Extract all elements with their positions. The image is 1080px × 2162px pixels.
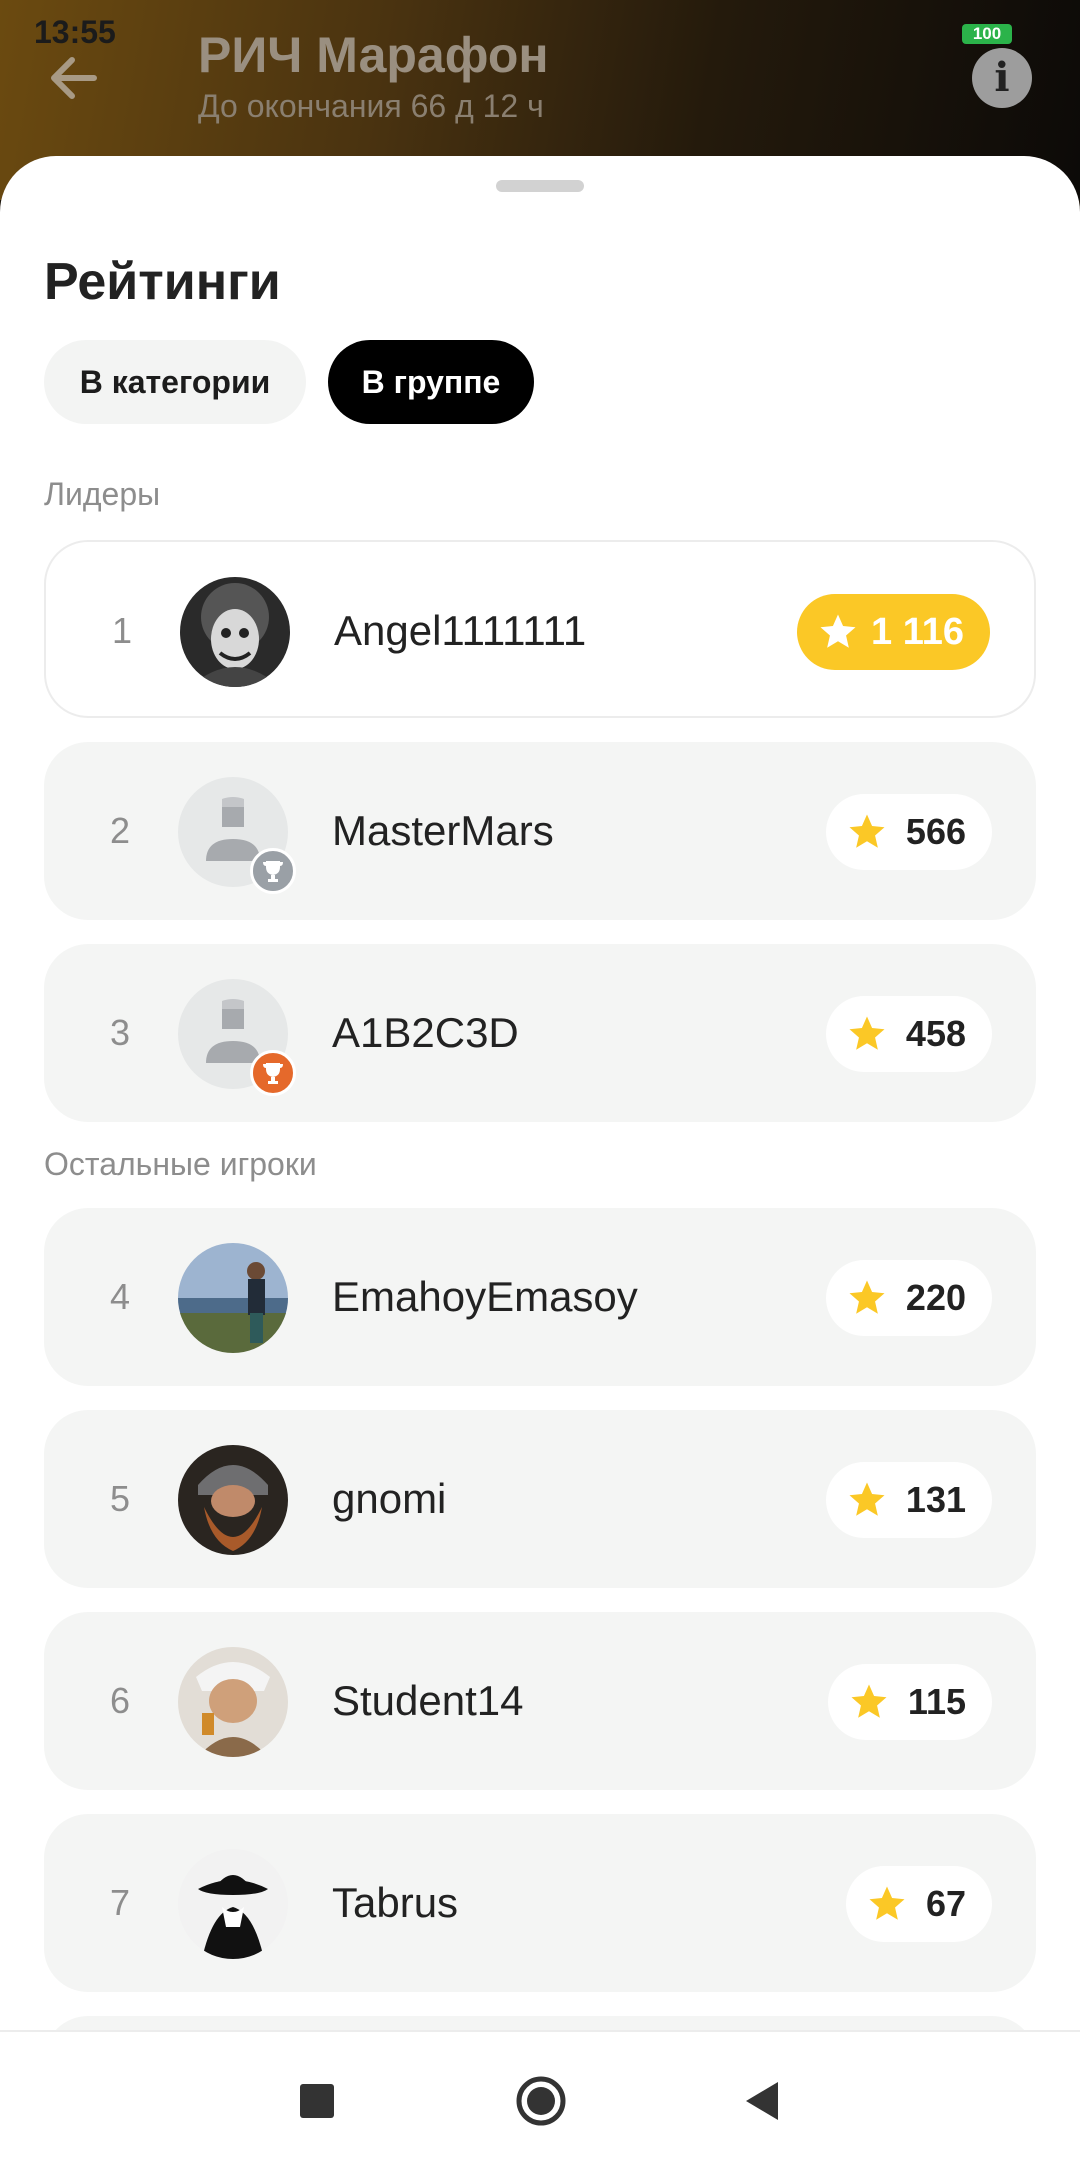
tab-in-group[interactable]: В группе	[328, 340, 534, 424]
score-badge: 1 116	[797, 594, 990, 670]
score-badge: 131	[825, 1462, 992, 1538]
score-value: 220	[905, 1277, 966, 1318]
avatar	[178, 1647, 288, 1757]
star-icon	[849, 1482, 885, 1516]
rank-number: 2	[110, 810, 131, 851]
player-name: Tabrus	[332, 1879, 459, 1926]
recents-button[interactable]	[300, 2084, 334, 2118]
ratings-title: Рейтинги	[44, 253, 281, 311]
score-badge: 115	[827, 1664, 992, 1740]
system-nav-bar	[0, 2030, 1080, 2162]
player-row-4[interactable]: 4 EmahoyEmasoy 220	[44, 1208, 1036, 1386]
arrow-left-icon	[51, 57, 97, 99]
star-icon	[869, 1886, 905, 1920]
avatar	[178, 1445, 288, 1555]
score-badge: 458	[825, 996, 992, 1072]
avatar	[180, 577, 290, 687]
info-icon: i	[994, 54, 1010, 101]
back-button[interactable]	[44, 46, 108, 110]
player-name: Student14	[332, 1677, 524, 1724]
ratings-sheet: Рейтинги В категории В группе Лидеры 1 A…	[0, 156, 1080, 2030]
rank-number: 1	[112, 610, 133, 651]
star-icon	[849, 1280, 885, 1314]
leader-row-1[interactable]: 1 Angel1111111 1 116	[44, 540, 1036, 718]
star-icon	[849, 814, 885, 848]
star-icon	[820, 614, 856, 648]
player-name: gnomi	[332, 1475, 447, 1522]
rank-number: 3	[110, 1012, 131, 1053]
leader-row-2[interactable]: 2 MasterMars 566	[44, 742, 1036, 920]
player-name: MasterMars	[332, 807, 554, 854]
player-row-5[interactable]: 5 gnomi 131	[44, 1410, 1036, 1588]
silver-trophy-icon	[250, 848, 296, 894]
rank-number: 4	[110, 1276, 131, 1317]
rank-number: 6	[110, 1680, 131, 1721]
info-button[interactable]: i	[972, 48, 1032, 108]
page-title: РИЧ Марафон	[198, 27, 549, 83]
score-badge: 220	[825, 1260, 992, 1336]
score-value: 1 116	[871, 611, 964, 653]
score-value: 458	[905, 1013, 966, 1054]
back-nav-button[interactable]	[742, 2080, 782, 2122]
battery-indicator: 100	[962, 24, 1012, 44]
score-value: 566	[905, 811, 966, 852]
avatar	[178, 1849, 288, 1959]
score-badge: 67	[845, 1866, 992, 1942]
player-row-7[interactable]: 7 Tabrus 67	[44, 1814, 1036, 1992]
rank-number: 7	[110, 1882, 131, 1923]
rank-number: 5	[110, 1478, 131, 1519]
star-icon	[849, 1016, 885, 1050]
score-value: 131	[905, 1479, 966, 1520]
avatar	[178, 1243, 288, 1353]
score-value: 67	[925, 1883, 966, 1924]
home-button[interactable]	[514, 2074, 568, 2128]
player-name: EmahoyEmasoy	[332, 1273, 638, 1320]
drag-handle[interactable]	[496, 180, 584, 192]
star-icon	[851, 1684, 887, 1718]
player-row-6[interactable]: 6 Student14 115	[44, 1612, 1036, 1790]
tab-in-category[interactable]: В категории	[44, 340, 306, 424]
leaders-label: Лидеры	[44, 476, 161, 512]
page-subtitle: До окончания 66 д 12 ч	[198, 88, 544, 124]
leader-row-3[interactable]: 3 A1B2C3D 458	[44, 944, 1036, 1122]
score-badge: 566	[825, 794, 992, 870]
score-value: 115	[907, 1681, 966, 1722]
player-name: A1B2C3D	[332, 1009, 519, 1056]
player-name: Angel1111111	[334, 607, 587, 654]
player-row-partial[interactable]	[44, 2016, 1036, 2030]
home-circle-icon	[516, 2076, 566, 2126]
others-label: Остальные игроки	[44, 1146, 317, 1182]
bronze-trophy-icon	[250, 1050, 296, 1096]
triangle-back-icon	[746, 2082, 778, 2120]
